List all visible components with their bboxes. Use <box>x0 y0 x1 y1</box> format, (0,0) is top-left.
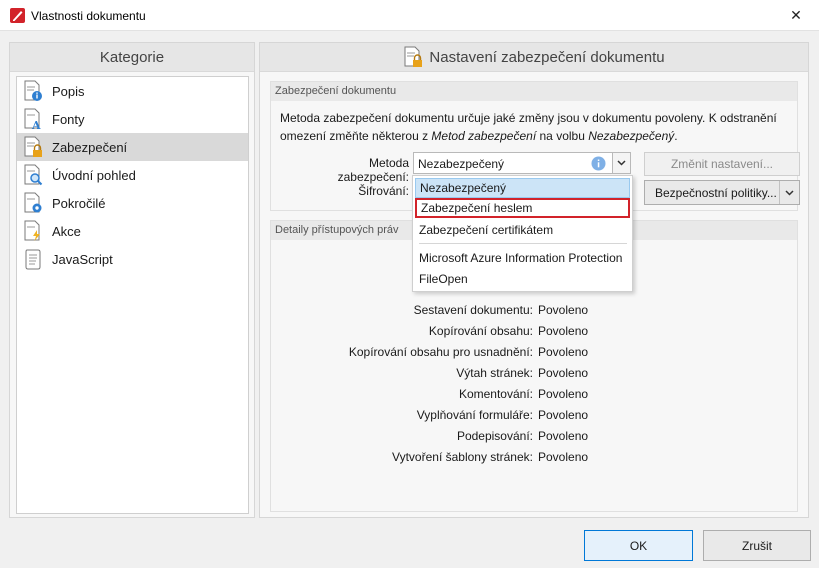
permission-row: Vyplňování formuláře: Povoleno <box>271 405 799 426</box>
permission-value: Povoleno <box>538 450 589 464</box>
pdf-pen-icon <box>10 8 25 23</box>
security-policies-label: Bezpečnostní politiky... <box>655 185 777 200</box>
category-item-fonty[interactable]: A Fonty <box>17 105 248 133</box>
permission-value: Povoleno <box>538 303 589 317</box>
dropdown-option-certifikat[interactable]: Zabezpečení certifikátem <box>415 220 630 240</box>
doc-font-icon: A <box>24 108 41 130</box>
dropdown-option-heslo[interactable]: Zabezpečení heslem <box>415 198 630 218</box>
info-icon[interactable] <box>591 156 606 171</box>
window-title: Vlastnosti dokumentu <box>31 9 146 23</box>
permission-row: Kopírování obsahu pro usnadnění: Povolen… <box>271 342 799 363</box>
doc-lightning-icon <box>24 220 40 241</box>
permission-value: Povoleno <box>538 366 589 380</box>
security-method-dropdown: Nezabezpečený Zabezpečení heslem Zabezpe… <box>412 175 633 292</box>
doc-script-icon <box>25 249 41 270</box>
doc-info-icon <box>24 80 42 101</box>
category-item-uvodni-pohled[interactable]: Úvodní pohled <box>17 161 248 189</box>
security-method-combo[interactable]: Nezabezpečený <box>413 152 631 174</box>
security-header-title: Nastavení zabezpečení dokumentu <box>429 48 665 66</box>
permission-row: Komentování: Povoleno <box>271 384 799 405</box>
doc-view-icon <box>24 164 43 186</box>
category-item-zabezpeceni[interactable]: Zabezpečení <box>17 133 248 161</box>
permission-value: Povoleno <box>538 324 589 338</box>
dialog-footer: OK Zrušit <box>0 518 819 568</box>
category-item-pokrocile[interactable]: Pokročilé <box>17 189 248 217</box>
category-label: Zabezpečení <box>52 139 128 155</box>
change-settings-button[interactable]: Změnit nastavení... <box>644 152 800 176</box>
permission-key: Výtah stránek: <box>456 366 533 380</box>
encryption-label: Šifrování: <box>358 184 409 198</box>
permission-row: Sestavení dokumentu: Povoleno <box>271 300 799 321</box>
permission-row: Kopírování obsahu: Povoleno <box>271 321 799 342</box>
category-label: Fonty <box>52 111 85 127</box>
dropdown-option-fileopen[interactable]: FileOpen <box>415 269 630 289</box>
doc-lock-icon <box>24 136 42 157</box>
permission-value: Povoleno <box>538 408 589 422</box>
dropdown-option-azure[interactable]: Microsoft Azure Information Protection <box>415 248 630 268</box>
permission-key: Vyplňování formuláře: <box>416 408 533 422</box>
svg-text:A: A <box>31 119 41 130</box>
permission-row: Vytvoření šablony stránek: Povoleno <box>271 447 799 468</box>
category-label: Akce <box>52 223 81 239</box>
chevron-down-icon[interactable] <box>779 181 799 204</box>
close-icon: ✕ <box>790 7 802 23</box>
security-header: Nastavení zabezpečení dokumentu <box>260 43 808 72</box>
permission-key: Komentování: <box>458 387 533 401</box>
security-method-label: Metoda zabezpečení: <box>337 156 409 184</box>
permission-value: Povoleno <box>538 429 589 443</box>
security-group-title: Zabezpečení dokumentu <box>271 82 797 101</box>
permission-key: Kopírování obsahu: <box>428 324 533 338</box>
security-description: Metoda zabezpečení dokumentu určuje jaké… <box>280 111 777 143</box>
permission-key: Podepisování: <box>456 429 533 443</box>
category-label: Popis <box>52 83 85 99</box>
category-label: Úvodní pohled <box>52 167 136 183</box>
chevron-down-icon[interactable] <box>612 153 630 173</box>
close-button[interactable]: ✕ <box>773 0 819 31</box>
dropdown-option-nezabezpeceny[interactable]: Nezabezpečený <box>415 178 630 198</box>
category-list: Popis A Fonty Zabezpečení Úvodní pohled … <box>16 76 249 514</box>
dialog-body: Kategorie Popis A Fonty Zabezpečení Úvod… <box>0 31 819 568</box>
permission-row: Výtah stránek: Povoleno <box>271 363 799 384</box>
permission-value: Povoleno <box>538 387 589 401</box>
permission-value: Povoleno <box>538 345 589 359</box>
doc-lock-icon <box>404 46 423 67</box>
security-method-value: Nezabezpečený <box>418 157 505 171</box>
category-header: Kategorie <box>10 43 254 72</box>
doc-gear-icon <box>24 192 42 213</box>
title-bar: Vlastnosti dokumentu ✕ <box>0 0 819 31</box>
permission-key: Vytvoření šablony stránek: <box>392 450 533 464</box>
category-item-akce[interactable]: Akce <box>17 217 248 245</box>
ok-button[interactable]: OK <box>584 530 693 561</box>
security-policies-button[interactable]: Bezpečnostní politiky... <box>644 180 800 205</box>
category-label: Pokročilé <box>52 195 106 211</box>
cancel-button[interactable]: Zrušit <box>703 530 811 561</box>
category-item-popis[interactable]: Popis <box>17 77 248 105</box>
permission-key: Kopírování obsahu pro usnadnění: <box>348 345 533 359</box>
permission-row: Podepisování: Povoleno <box>271 426 799 447</box>
dropdown-separator <box>419 243 627 244</box>
category-item-javascript[interactable]: JavaScript <box>17 245 248 273</box>
category-label: JavaScript <box>52 251 113 267</box>
category-panel: Kategorie Popis A Fonty Zabezpečení Úvod… <box>9 42 255 518</box>
permission-key: Sestavení dokumentu: <box>413 303 533 317</box>
